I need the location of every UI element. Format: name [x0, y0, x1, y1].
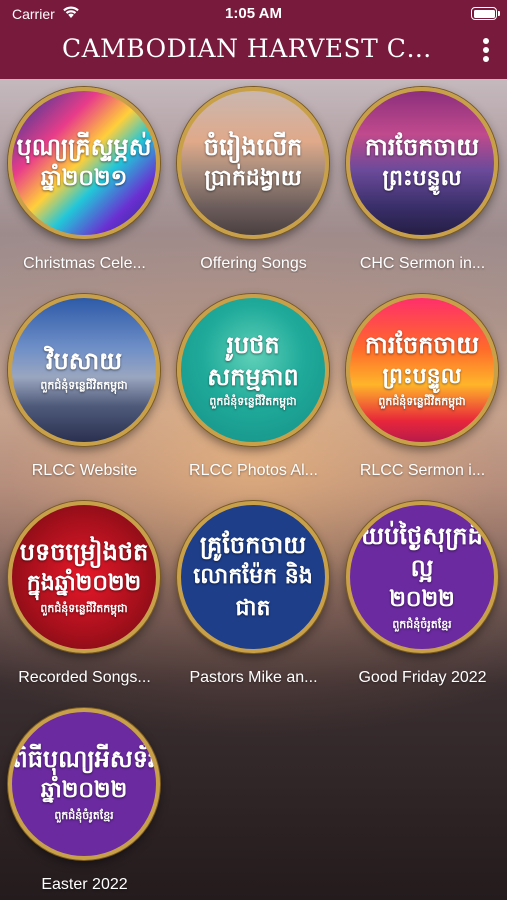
tile-chc-sermon[interactable]: ការចែកចាយ ព្រះបន្ទូល CHC Sermon in...	[338, 79, 507, 279]
artwork-text: ឆ្នាំ២០២១	[40, 166, 128, 191]
battery-icon	[471, 7, 500, 20]
artwork-text: ពួកជំនុំទន្លេជីវិតកម្ពុជា	[378, 395, 466, 408]
tile-artwork: ចំរៀងលើក ប្រាក់ដង្វាយ	[177, 87, 329, 239]
artwork-text: ក្នុងឆ្នាំ២០២២	[26, 571, 142, 596]
tile-label: Offering Songs	[200, 255, 307, 272]
artwork-text: ពួកជំនុំចំរូតខ្មែរ	[54, 809, 114, 822]
artwork-text: វិបសាយ	[45, 347, 123, 375]
tile-label: RLCC Sermon i...	[359, 462, 486, 479]
app-background: Carrier 1:05 AM CAMBODIAN HARVEST CH... …	[0, 0, 507, 900]
page-title: CAMBODIAN HARVEST CH...	[62, 34, 452, 63]
artwork-text: រូបថតសកម្មភាព	[207, 331, 299, 391]
tile-artwork: យប់ថ្ងៃសុក្រដ៏ល្អ ២០២២ ពួកជំនុំចំរូតខ្មែ…	[346, 501, 498, 653]
artwork-text: យប់ថ្ងៃសុក្រដ៏ល្អ	[361, 522, 483, 582]
tile-artwork: បុណ្យគ្រីស្ទម្ភស់ ឆ្នាំ២០២១	[8, 87, 160, 239]
artwork-text: គ្រូចែកចាយ	[199, 531, 307, 559]
tile-artwork: គ្រូចែកចាយ លោកម៉ែក និង ជាត	[177, 501, 329, 653]
tile-label: Easter 2022	[41, 876, 128, 893]
tile-label: RLCC Website	[31, 462, 138, 479]
tile-easter-2022[interactable]: ពិធីបុណ្យអីសទ័រ ឆ្នាំ២០២២ ពួកជំនុំចំរូតខ…	[0, 700, 169, 900]
tile-artwork: ការចែកចាយ ព្រះបន្ទូល ពួកជំនុំទន្លេជីវិតក…	[346, 294, 498, 446]
artwork-text: ពួកជំនុំចំរូតខ្មែរ	[392, 618, 452, 631]
tile-artwork: រូបថតសកម្មភាព ពួកជំនុំទន្លេជីវិតកម្ពុជា	[177, 294, 329, 446]
tile-label: Pastors Mike an...	[189, 669, 318, 686]
tile-recorded-songs[interactable]: បទចម្រៀងថត ក្នុងឆ្នាំ២០២២ ពួកជំនុំទន្លេជ…	[0, 493, 169, 693]
artwork-text: ២០២២	[389, 587, 455, 612]
tile-offering-songs[interactable]: ចំរៀងលើក ប្រាក់ដង្វាយ Offering Songs	[169, 79, 338, 279]
artwork-text: ប្រាក់ដង្វាយ	[204, 166, 302, 191]
artwork-text: លោកម៉ែក និង ជាត	[193, 564, 313, 621]
tile-rlcc-photos[interactable]: រូបថតសកម្មភាព ពួកជំនុំទន្លេជីវិតកម្ពុជា …	[169, 286, 338, 486]
tile-label: RLCC Photos Al...	[189, 462, 318, 479]
tile-christmas-celebration[interactable]: បុណ្យគ្រីស្ទម្ភស់ ឆ្នាំ២០២១ Christmas Ce…	[0, 79, 169, 279]
tile-good-friday-2022[interactable]: យប់ថ្ងៃសុក្រដ៏ល្អ ២០២២ ពួកជំនុំចំរូតខ្មែ…	[338, 493, 507, 693]
tile-artwork: ពិធីបុណ្យអីសទ័រ ឆ្នាំ២០២២ ពួកជំនុំចំរូតខ…	[8, 708, 160, 860]
artwork-text: ពួកជំនុំទន្លេជីវិតកម្ពុជា	[209, 395, 297, 408]
tile-pastors-mike[interactable]: គ្រូចែកចាយ លោកម៉ែក និង ជាត Pastors Mike …	[169, 493, 338, 693]
tile-label: Good Friday 2022	[358, 669, 487, 686]
tile-label: Christmas Cele...	[23, 255, 146, 272]
tile-artwork: ការចែកចាយ ព្រះបន្ទូល	[346, 87, 498, 239]
artwork-text: ពួកជំនុំទន្លេជីវិតកម្ពុជា	[40, 379, 128, 392]
more-options-icon[interactable]	[479, 38, 493, 68]
tile-artwork: បទចម្រៀងថត ក្នុងឆ្នាំ២០២២ ពួកជំនុំទន្លេជ…	[8, 501, 160, 653]
artwork-text: ព្រះបន្ទូល	[382, 166, 462, 191]
artwork-text: ព្រះបន្ទូល	[382, 364, 462, 389]
status-time: 1:05 AM	[225, 5, 282, 22]
header-bar: Carrier 1:05 AM CAMBODIAN HARVEST CH...	[0, 0, 507, 79]
tile-rlcc-sermon[interactable]: ការចែកចាយ ព្រះបន្ទូល ពួកជំនុំទន្លេជីវិតក…	[338, 286, 507, 486]
artwork-text: ពិធីបុណ្យអីសទ័រ	[12, 745, 156, 773]
tile-rlcc-website[interactable]: វិបសាយ ពួកជំនុំទន្លេជីវិតកម្ពុជា RLCC We…	[0, 286, 169, 486]
artwork-text: បុណ្យគ្រីស្ទម្ភស់	[16, 133, 152, 161]
status-bar: Carrier 1:05 AM	[0, 0, 507, 28]
artwork-text: ការចែកចាយ	[364, 331, 480, 359]
artwork-text: ការចែកចាយ	[364, 133, 480, 161]
artwork-text: ចំរៀងលើក	[203, 133, 303, 161]
tile-label: Recorded Songs...	[18, 669, 151, 686]
artwork-text: ឆ្នាំ២០២២	[40, 778, 128, 803]
tile-artwork: វិបសាយ ពួកជំនុំទន្លេជីវិតកម្ពុជា	[8, 294, 160, 446]
artwork-text: ពួកជំនុំទន្លេជីវិតកម្ពុជា	[40, 602, 128, 615]
artwork-text: បទចម្រៀងថត	[19, 538, 149, 566]
tile-label: CHC Sermon in...	[359, 255, 486, 272]
